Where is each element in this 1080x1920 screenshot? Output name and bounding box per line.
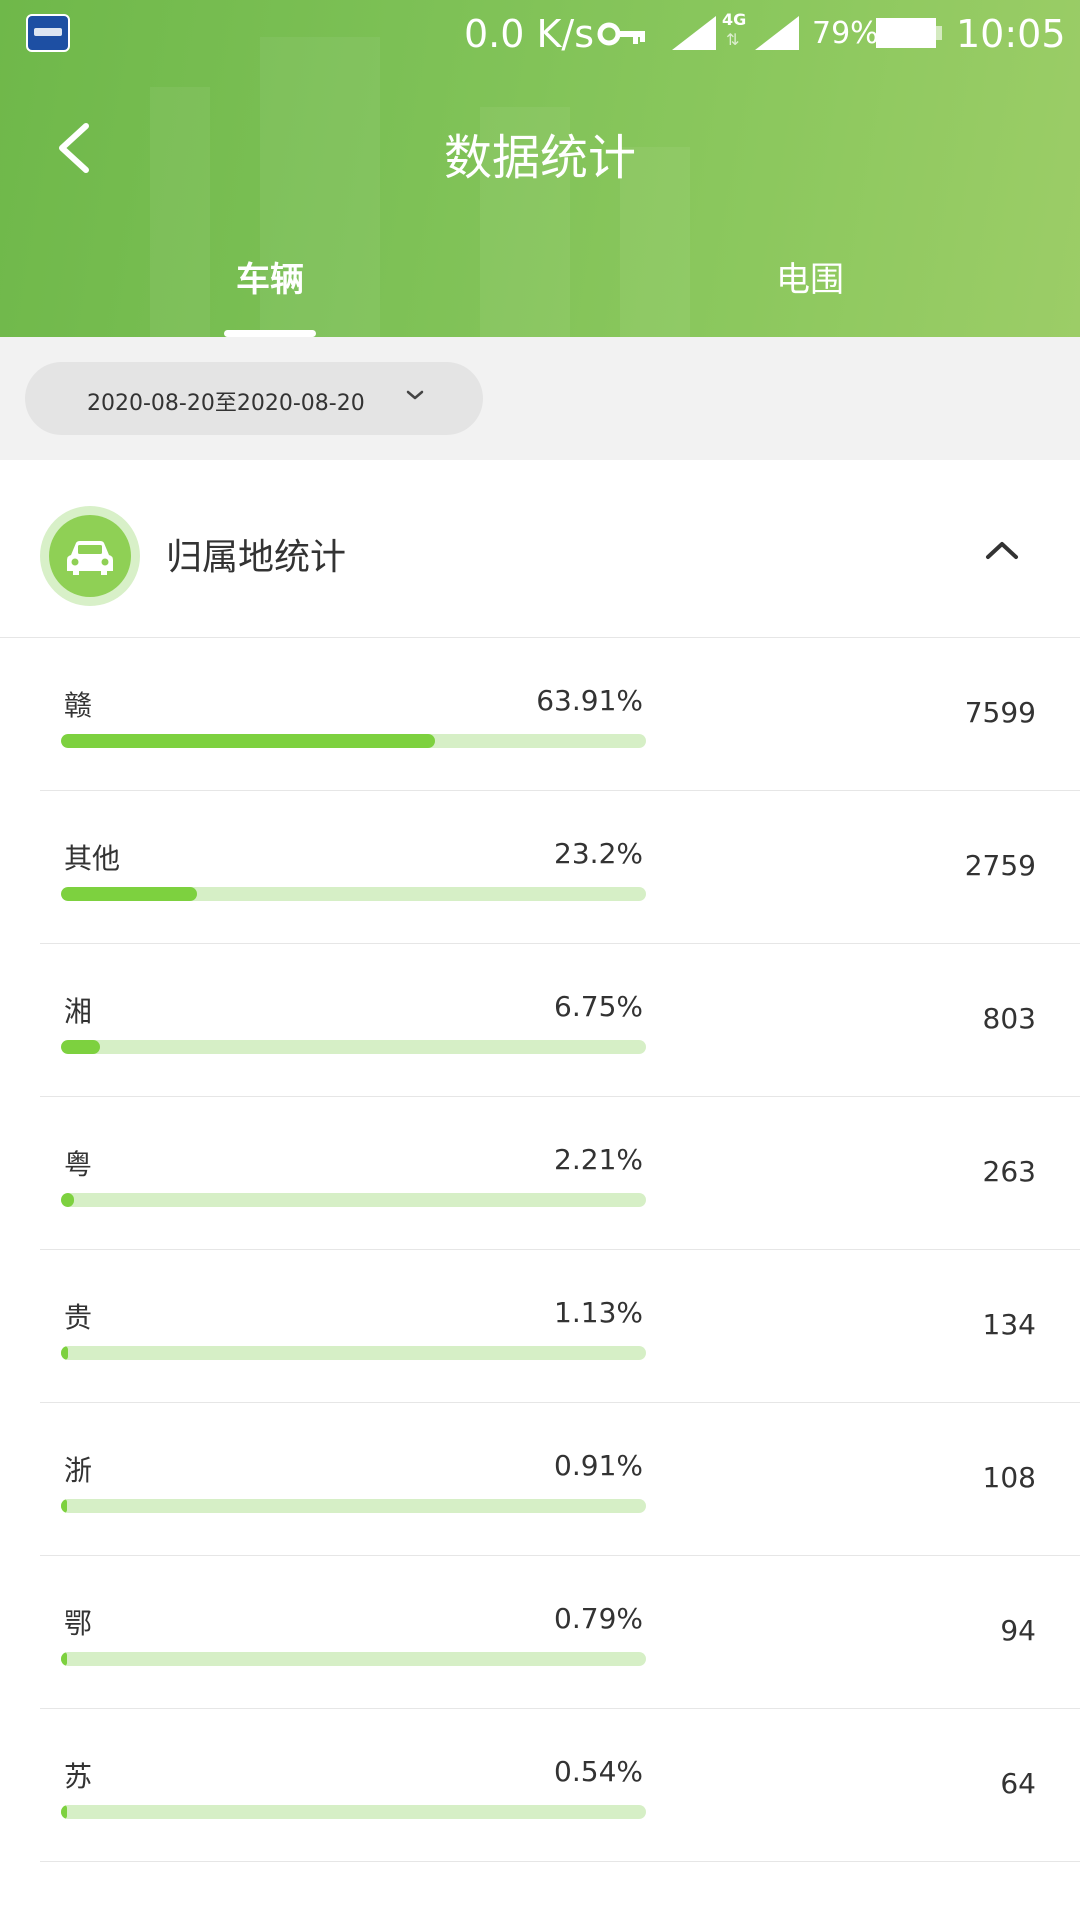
percent-value: 2.21% bbox=[554, 1143, 643, 1176]
stats-list: 赣 63.91% 7599 其他 23.2% 2759 湘 6.75% 803 粤 2.21% 263… bbox=[0, 638, 1080, 1862]
count-value: 2759 bbox=[964, 849, 1036, 882]
status-bar: 0.0 K/s 4G ⇅ 79% 10:05 bbox=[0, 0, 1080, 66]
progress-fill bbox=[61, 1499, 67, 1513]
date-range-selector[interactable]: 2020-08-20至2020-08-20 bbox=[25, 362, 483, 435]
chevron-down-icon bbox=[406, 390, 424, 400]
divider bbox=[40, 1861, 1080, 1862]
tab-fence[interactable]: 电围 bbox=[760, 252, 860, 301]
percent-value: 63.91% bbox=[536, 684, 643, 717]
list-item: 鄂 0.79% 94 bbox=[0, 1556, 1080, 1709]
tab-vehicle[interactable]: 车辆 bbox=[220, 252, 320, 301]
key-icon bbox=[597, 22, 645, 46]
region-label: 其他 bbox=[64, 842, 121, 875]
list-item: 贵 1.13% 134 bbox=[0, 1250, 1080, 1403]
list-item: 浙 0.91% 108 bbox=[0, 1403, 1080, 1556]
progress-track bbox=[61, 1805, 646, 1819]
percent-value: 0.54% bbox=[554, 1755, 643, 1788]
header: 0.0 K/s 4G ⇅ 79% 10:05 数据统计 车辆 电围 bbox=[0, 0, 1080, 337]
region-label: 苏 bbox=[64, 1760, 93, 1793]
progress-fill bbox=[61, 734, 435, 748]
count-value: 263 bbox=[982, 1155, 1036, 1188]
region-label: 贵 bbox=[64, 1301, 93, 1334]
list-item: 赣 63.91% 7599 bbox=[0, 638, 1080, 791]
region-label: 浙 bbox=[64, 1454, 93, 1487]
count-value: 64 bbox=[1000, 1767, 1036, 1800]
region-label: 湘 bbox=[64, 995, 93, 1028]
progress-fill bbox=[61, 1652, 67, 1666]
filter-bar: 2020-08-20至2020-08-20 bbox=[0, 337, 1080, 460]
count-value: 803 bbox=[982, 1002, 1036, 1035]
signal-icon bbox=[672, 16, 716, 50]
date-range-text: 2020-08-20至2020-08-20 bbox=[87, 391, 365, 416]
list-item: 苏 0.54% 64 bbox=[0, 1709, 1080, 1862]
battery-percent: 79% bbox=[812, 16, 879, 51]
signal-icon bbox=[755, 16, 799, 50]
list-item: 湘 6.75% 803 bbox=[0, 944, 1080, 1097]
progress-track bbox=[61, 734, 646, 748]
progress-fill bbox=[61, 1040, 100, 1054]
count-value: 94 bbox=[1000, 1614, 1036, 1647]
percent-value: 0.79% bbox=[554, 1602, 643, 1635]
list-item: 其他 23.2% 2759 bbox=[0, 791, 1080, 944]
data-arrows-icon: ⇅ bbox=[726, 30, 740, 49]
progress-track bbox=[61, 1652, 646, 1666]
percent-value: 23.2% bbox=[554, 837, 643, 870]
battery-icon bbox=[876, 18, 942, 48]
progress-fill bbox=[61, 887, 197, 901]
clock: 10:05 bbox=[956, 12, 1066, 56]
progress-fill bbox=[61, 1193, 74, 1207]
net-speed: 0.0 K/s bbox=[464, 12, 595, 56]
count-value: 7599 bbox=[964, 696, 1036, 729]
progress-track bbox=[61, 1346, 646, 1360]
page-title: 数据统计 bbox=[443, 130, 636, 186]
app-icon bbox=[26, 14, 70, 52]
percent-value: 6.75% bbox=[554, 990, 643, 1023]
progress-track bbox=[61, 1499, 646, 1513]
region-label: 鄂 bbox=[64, 1607, 93, 1640]
progress-track bbox=[61, 887, 646, 901]
progress-fill bbox=[61, 1346, 68, 1360]
region-label: 赣 bbox=[64, 689, 93, 722]
progress-track bbox=[61, 1040, 646, 1054]
progress-fill bbox=[61, 1805, 67, 1819]
count-value: 134 bbox=[982, 1308, 1036, 1341]
percent-value: 0.91% bbox=[554, 1449, 643, 1482]
percent-value: 1.13% bbox=[554, 1296, 643, 1329]
progress-track bbox=[61, 1193, 646, 1207]
section-header[interactable]: 归属地统计 bbox=[0, 460, 1080, 638]
network-type: 4G bbox=[722, 10, 747, 29]
car-icon bbox=[40, 506, 140, 606]
region-label: 粤 bbox=[64, 1148, 93, 1181]
tab-indicator bbox=[224, 330, 316, 337]
list-item: 粤 2.21% 263 bbox=[0, 1097, 1080, 1250]
count-value: 108 bbox=[982, 1461, 1036, 1494]
section-title: 归属地统计 bbox=[166, 537, 347, 578]
chevron-up-icon[interactable] bbox=[984, 538, 1020, 562]
